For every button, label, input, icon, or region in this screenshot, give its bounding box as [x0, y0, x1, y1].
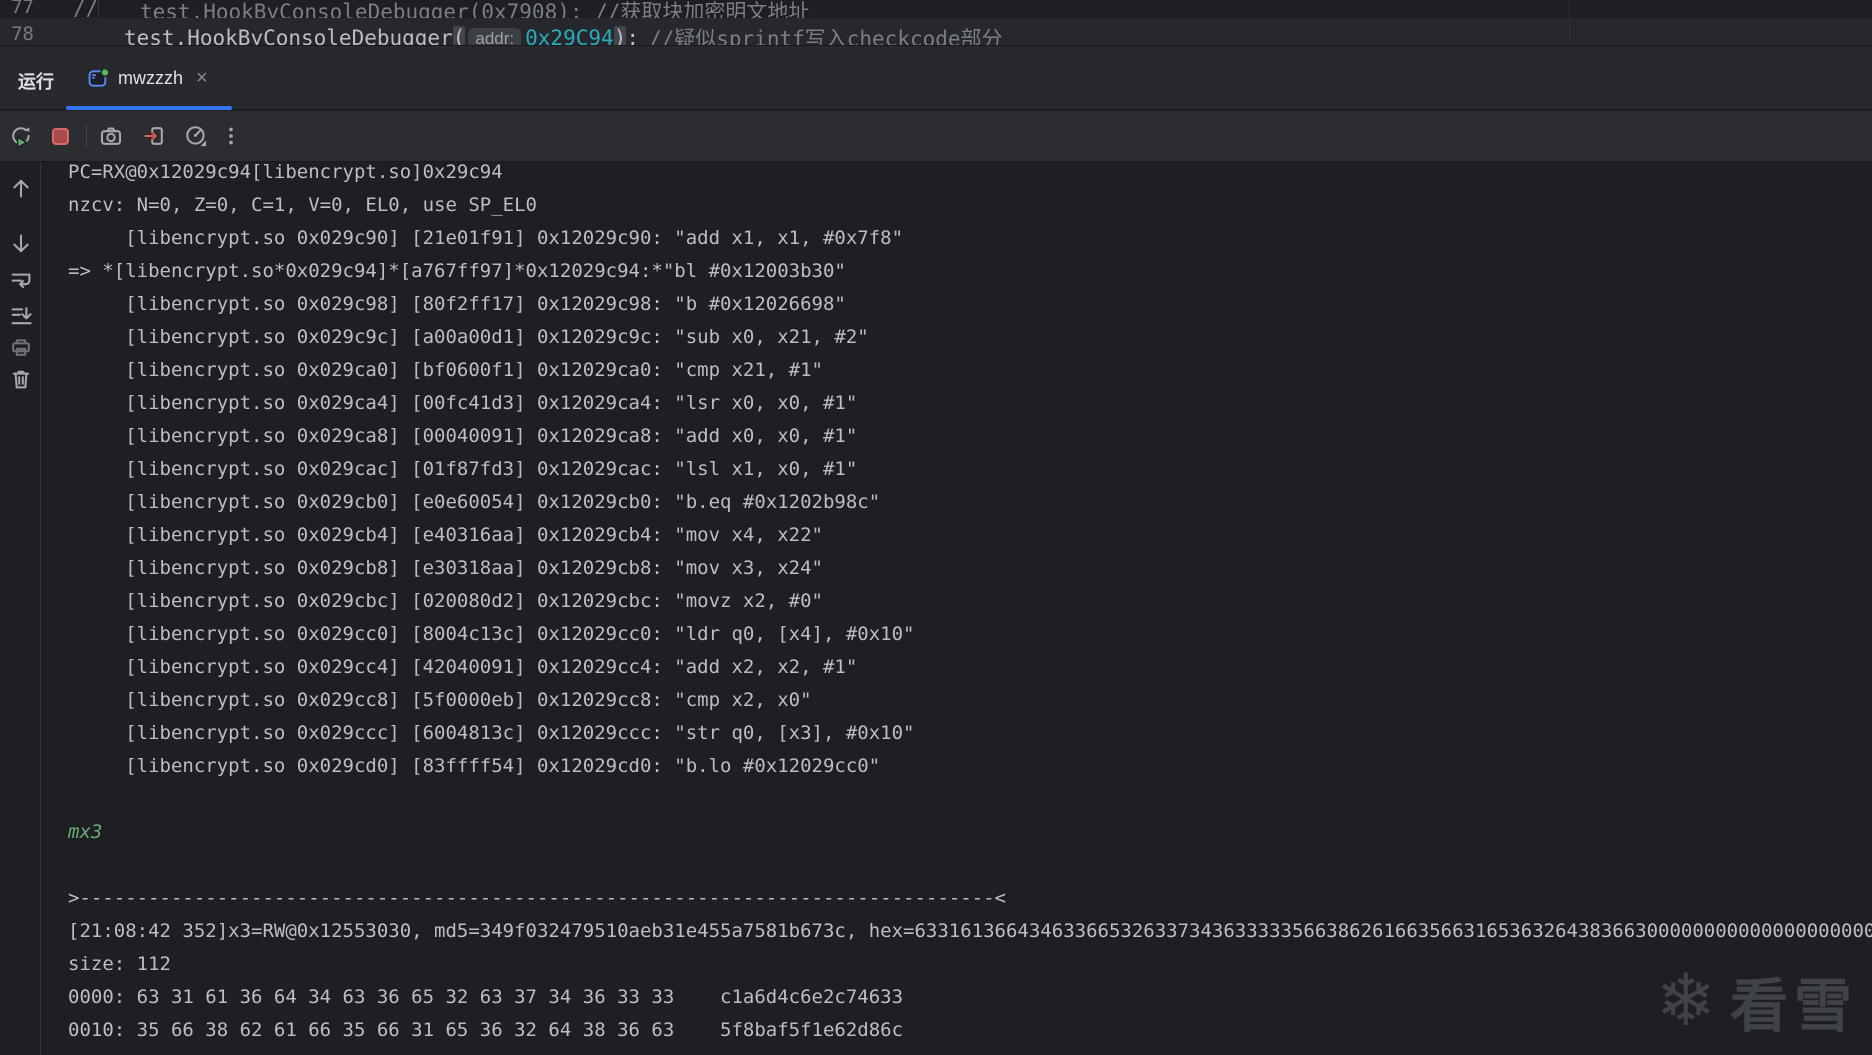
- console-line: [libencrypt.so 0x029c90] [21e01f91] 0x12…: [68, 227, 904, 249]
- indent-guide: [98, 0, 99, 18]
- console-line: nzcv: N=0, Z=0, C=1, V=0, EL0, use SP_EL…: [68, 194, 537, 216]
- console-line: 0000: 63 31 61 36 64 34 63 36 65 32 63 3…: [68, 986, 904, 1008]
- ide-screen: 77 // test.HookByConsoleDebugger(0x7908)…: [0, 0, 1872, 1055]
- rerun-button[interactable]: [8, 123, 34, 149]
- soft-wrap-icon: [11, 273, 31, 289]
- run-toolwindow-header: 运行 mwzzzh ×: [0, 45, 1872, 110]
- console-line: 0010: 35 66 38 62 61 66 35 66 31 65 36 3…: [68, 1019, 904, 1041]
- trailing-comment: //疑似sprintf写入checkcode部分: [648, 27, 1003, 45]
- up-button[interactable]: [8, 175, 34, 201]
- console-line: size: 112: [68, 953, 171, 975]
- attach-arrow-icon: [144, 127, 163, 145]
- profiler-button[interactable]: [183, 123, 209, 149]
- trash-icon: [12, 370, 30, 389]
- kanxue-watermark: ❄ 看雪: [1656, 959, 1858, 1043]
- printer-icon: [12, 339, 30, 356]
- console-line: PC=RX@0x12029c94[libencrypt.so]0x29c94: [68, 162, 503, 183]
- console-line: [libencrypt.so 0x029cd0] [83ffff54] 0x12…: [68, 755, 881, 777]
- paren-close: ): [613, 26, 627, 45]
- console-line: [libencrypt.so 0x029ccc] [6004813c] 0x12…: [68, 722, 915, 744]
- tab-label: mwzzzh: [118, 67, 184, 88]
- console-line: [libencrypt.so 0x029ca4] [00fc41d3] 0x12…: [68, 392, 858, 414]
- method-call: test.HookByConsoleDebugger: [124, 26, 453, 45]
- run-console-icon: [88, 67, 109, 87]
- console-line: [libencrypt.so 0x029ca0] [bf0600f1] 0x12…: [68, 359, 823, 381]
- console-lines: PC=RX@0x12029c94[libencrypt.so]0x29c94 nz…: [68, 162, 1872, 1047]
- clear-all-button[interactable]: [8, 366, 34, 392]
- snowflake-icon: ❄: [1655, 961, 1716, 1041]
- attach-button[interactable]: [141, 123, 167, 149]
- console-line: [libencrypt.so 0x029cc4] [42040091] 0x12…: [68, 656, 858, 678]
- toolbar-separator: [86, 124, 87, 148]
- inline-parameter-hint: addr:: [468, 27, 522, 45]
- console-line: [libencrypt.so 0x029cbc] [020080d2] 0x12…: [68, 590, 823, 612]
- hex-literal: 0x29C94: [525, 26, 614, 45]
- close-icon[interactable]: ×: [196, 67, 208, 90]
- console-line: [libencrypt.so 0x029c9c] [a00a00d1] 0x12…: [68, 326, 869, 348]
- print-button[interactable]: [8, 334, 34, 360]
- console-line: [libencrypt.so 0x029cb0] [e0e60054] 0x12…: [68, 491, 881, 513]
- arrow-up-icon: [13, 179, 29, 198]
- console-line: [libencrypt.so 0x029cb8] [e30318aa] 0x12…: [68, 557, 823, 579]
- console-line: >---------------------------------------…: [68, 887, 1006, 909]
- arrow-down-icon: [13, 234, 29, 253]
- camera-icon: [100, 127, 122, 145]
- editor-line-77: 77 // test.HookByConsoleDebugger(0x7908)…: [0, 0, 1872, 24]
- console-line: [libencrypt.so 0x029cc8] [5f0000eb] 0x12…: [68, 689, 812, 711]
- console-line: [libencrypt.so 0x029cac] [01f87fd3] 0x12…: [68, 458, 858, 480]
- watermark-text: 看雪: [1729, 974, 1858, 1039]
- comment-marker: //: [73, 0, 99, 20]
- right-margin-guide: [1569, 0, 1570, 45]
- more-options-button[interactable]: [218, 123, 244, 149]
- stop-button[interactable]: [47, 123, 73, 149]
- line-number-77: 77: [11, 0, 34, 18]
- active-tab-indicator: [66, 106, 232, 110]
- scroll-to-end-icon: [11, 307, 32, 325]
- screenshot-button[interactable]: [98, 123, 124, 149]
- console-line: [libencrypt.so 0x029cc0] [8004c13c] 0x12…: [68, 623, 915, 645]
- console-line: => *[libencrypt.so*0x029c94]*[a767ff97]*…: [68, 260, 846, 282]
- kebab-menu-icon: [229, 127, 233, 145]
- console-line: [libencrypt.so 0x029ca8] [00040091] 0x12…: [68, 425, 858, 447]
- down-button[interactable]: [8, 231, 34, 257]
- run-toolbar: [0, 111, 1872, 162]
- console-line: [libencrypt.so 0x029c98] [80f2ff17] 0x12…: [68, 293, 846, 315]
- editor-line-78-current: 78 test.HookByConsoleDebugger(addr: 0x29C…: [0, 18, 1872, 45]
- paren-open: (: [452, 26, 466, 45]
- console-output[interactable]: PC=RX@0x12029c94[libencrypt.so]0x29c94 nz…: [42, 162, 1872, 1055]
- console-line: [libencrypt.so 0x029cb4] [e40316aa] 0x12…: [68, 524, 823, 546]
- toolwindow-title[interactable]: 运行: [18, 68, 54, 94]
- console-line: mx3: [68, 821, 103, 843]
- stop-icon: [51, 127, 69, 145]
- console-line: [21:08:42 352]x3=RW@0x12553030, md5=349f…: [68, 920, 1872, 942]
- gauge-icon: [186, 126, 207, 147]
- console-left-toolbar: [0, 162, 41, 1055]
- line-number-78: 78: [11, 23, 34, 45]
- soft-wrap-button[interactable]: [8, 267, 34, 293]
- semicolon: ;: [626, 26, 639, 45]
- tab-mwzzzh[interactable]: mwzzzh ×: [66, 46, 232, 110]
- scroll-to-end-button[interactable]: [8, 303, 34, 329]
- editor-pane[interactable]: 77 // test.HookByConsoleDebugger(0x7908)…: [0, 0, 1872, 45]
